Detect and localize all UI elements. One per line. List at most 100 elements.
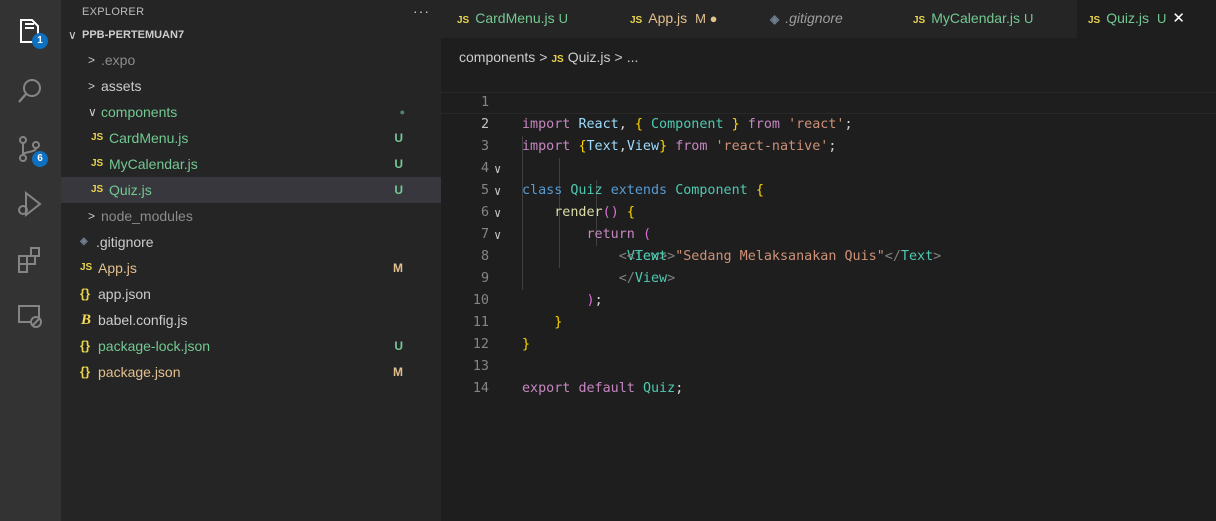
git-status: U <box>394 131 403 145</box>
run-debug-icon[interactable] <box>14 188 46 220</box>
javascript-file-icon: JS <box>630 15 643 26</box>
tree-item-label: .gitignore <box>96 234 154 250</box>
tree-item-expo[interactable]: > .expo <box>61 47 441 73</box>
code-line-11: 11 } <box>441 290 1216 352</box>
code-line-13: 13 export default Quiz; <box>441 334 1216 396</box>
tab-app-js[interactable]: JS App.js M ● <box>630 0 717 38</box>
line-number: 14 <box>472 381 489 396</box>
tree-item-quiz[interactable]: JS Quiz.js U <box>61 177 441 203</box>
chevron-right-icon: > <box>88 209 96 223</box>
modified-dot: ● <box>399 107 405 117</box>
breadcrumb-folder[interactable]: components <box>459 49 535 65</box>
scm-badge: 6 <box>32 151 48 167</box>
explorer-sidebar: EXPLORER ··· ∨ PPB-PERTEMUAN7 > .expo > … <box>61 0 441 521</box>
breadcrumb-symbol[interactable]: ... <box>627 49 639 65</box>
javascript-file-icon: JS <box>91 184 104 195</box>
editor-tabs: JS CardMenu.js U JS App.js M ● ◈ .gitignore J… <box>441 0 1216 38</box>
tree-item-label: CardMenu.js <box>109 130 189 146</box>
chevron-down-icon: ∨ <box>68 28 77 42</box>
tab-cardmenu[interactable]: JS CardMenu.js U <box>457 0 568 38</box>
tab-status: U <box>1023 11 1034 26</box>
tab-status: U <box>1157 11 1167 26</box>
code-editor[interactable]: 1 import React, { Component } from 'reac… <box>441 70 1216 521</box>
project-folder[interactable]: ∨ PPB-PERTEMUAN7 <box>61 24 441 47</box>
code-line-6: 6 ∨ <View> <box>441 180 1216 264</box>
search-icon[interactable] <box>14 76 46 108</box>
chevron-right-icon: > <box>88 79 96 93</box>
git-status: U <box>394 157 403 171</box>
tab-status: M ● <box>695 11 718 26</box>
chevron-down-icon: ∨ <box>88 105 97 119</box>
code-line-8: 8 </View> <box>441 224 1216 286</box>
json-file-icon: {} <box>80 338 91 353</box>
tree-item-label: app.json <box>98 286 151 302</box>
code-text: export default Quiz; <box>522 381 684 396</box>
code-line-14: 14 <box>441 356 1216 396</box>
tab-status: U <box>558 11 568 26</box>
git-status: U <box>394 339 403 353</box>
code-line-7: 7 <Text>"Sedang Melaksanakan Quis"</Text… <box>441 202 1216 264</box>
tree-item-assets[interactable]: > assets <box>61 73 441 99</box>
json-file-icon: {} <box>80 364 91 379</box>
tree-item-app-js[interactable]: JS App.js M <box>61 255 441 281</box>
breadcrumb-file[interactable]: Quiz.js <box>568 49 611 65</box>
sidebar-header: EXPLORER ··· <box>61 0 441 24</box>
javascript-file-icon: JS <box>457 15 470 26</box>
close-icon[interactable]: ✕ <box>1172 10 1185 27</box>
javascript-file-icon: JS <box>80 262 93 273</box>
tree-item-label: package-lock.json <box>98 338 211 354</box>
code-line-2: 2 import {Text,View} from 'react-native'… <box>441 92 1216 154</box>
code-line-9: 9 ); <box>441 246 1216 308</box>
git-status: M <box>393 365 403 379</box>
tab-gitignore[interactable]: ◈ .gitignore <box>770 0 843 38</box>
tree-item-label: babel.config.js <box>98 312 188 328</box>
file-tree: > .expo > assets ∨ components ● JS CardM… <box>61 47 441 385</box>
code-line-5: 5 ∨ return ( <box>441 158 1216 242</box>
tree-item-label: .expo <box>101 52 136 68</box>
tree-item-babel-config[interactable]: B babel.config.js <box>61 307 441 333</box>
tree-item-cardmenu[interactable]: JS CardMenu.js U <box>61 125 441 151</box>
code-line-3: 3 ∨ class Quiz extends Component { <box>441 114 1216 198</box>
git-status: M <box>393 261 403 275</box>
extensions-icon[interactable] <box>14 244 46 276</box>
explorer-icon[interactable]: 1 <box>14 15 48 49</box>
tree-item-label: components <box>101 104 178 120</box>
tree-item-label: package.json <box>98 364 181 380</box>
tree-item-label: node_modules <box>101 208 193 224</box>
project-name: PPB-PERTEMUAN7 <box>82 29 185 41</box>
code-line-10: 10 } <box>441 268 1216 330</box>
tab-quiz[interactable]: JS Quiz.js U ✕ <box>1077 0 1216 38</box>
tab-mycalendar[interactable]: JS MyCalendar.js U <box>913 0 1033 38</box>
breadcrumb-separator: > <box>539 49 548 65</box>
javascript-file-icon: JS <box>913 15 926 26</box>
tree-item-label: Quiz.js <box>109 182 152 198</box>
remote-explorer-icon[interactable] <box>14 300 46 332</box>
tab-label: MyCalendar.js <box>931 10 1020 26</box>
tree-item-components[interactable]: ∨ components ● <box>61 99 441 125</box>
more-actions-button[interactable]: ··· <box>413 3 430 19</box>
git-file-icon: ◈ <box>770 12 780 26</box>
git-file-icon: ◈ <box>80 236 88 247</box>
breadcrumb: components > JS Quiz.js >... <box>459 47 638 67</box>
tree-item-mycalendar[interactable]: JS MyCalendar.js U <box>61 151 441 177</box>
git-status: U <box>394 183 403 197</box>
javascript-file-icon: JS <box>91 132 104 143</box>
tab-label: App.js <box>648 10 688 26</box>
tree-item-node-modules[interactable]: > node_modules <box>61 203 441 229</box>
tree-item-package-json[interactable]: {} package.json M <box>61 359 441 385</box>
tree-item-label: assets <box>101 78 142 94</box>
tree-item-package-lock[interactable]: {} package-lock.json U <box>61 333 441 359</box>
babel-file-icon: B <box>81 312 92 328</box>
tree-item-label: App.js <box>98 260 137 276</box>
source-control-icon[interactable]: 6 <box>14 133 48 167</box>
tree-item-app-json[interactable]: {} app.json <box>61 281 441 307</box>
code-line-1: 1 import React, { Component } from 'reac… <box>441 70 1216 132</box>
chevron-right-icon: > <box>88 53 96 67</box>
tree-item-gitignore[interactable]: ◈ .gitignore <box>61 229 441 255</box>
sidebar-title: EXPLORER <box>82 6 145 18</box>
code-line-12: 12 <box>441 312 1216 352</box>
javascript-file-icon: JS <box>91 158 104 169</box>
javascript-file-icon: JS <box>551 54 564 65</box>
tab-label: CardMenu.js <box>475 10 555 26</box>
code-line-4: 4 ∨ render() { <box>441 136 1216 220</box>
